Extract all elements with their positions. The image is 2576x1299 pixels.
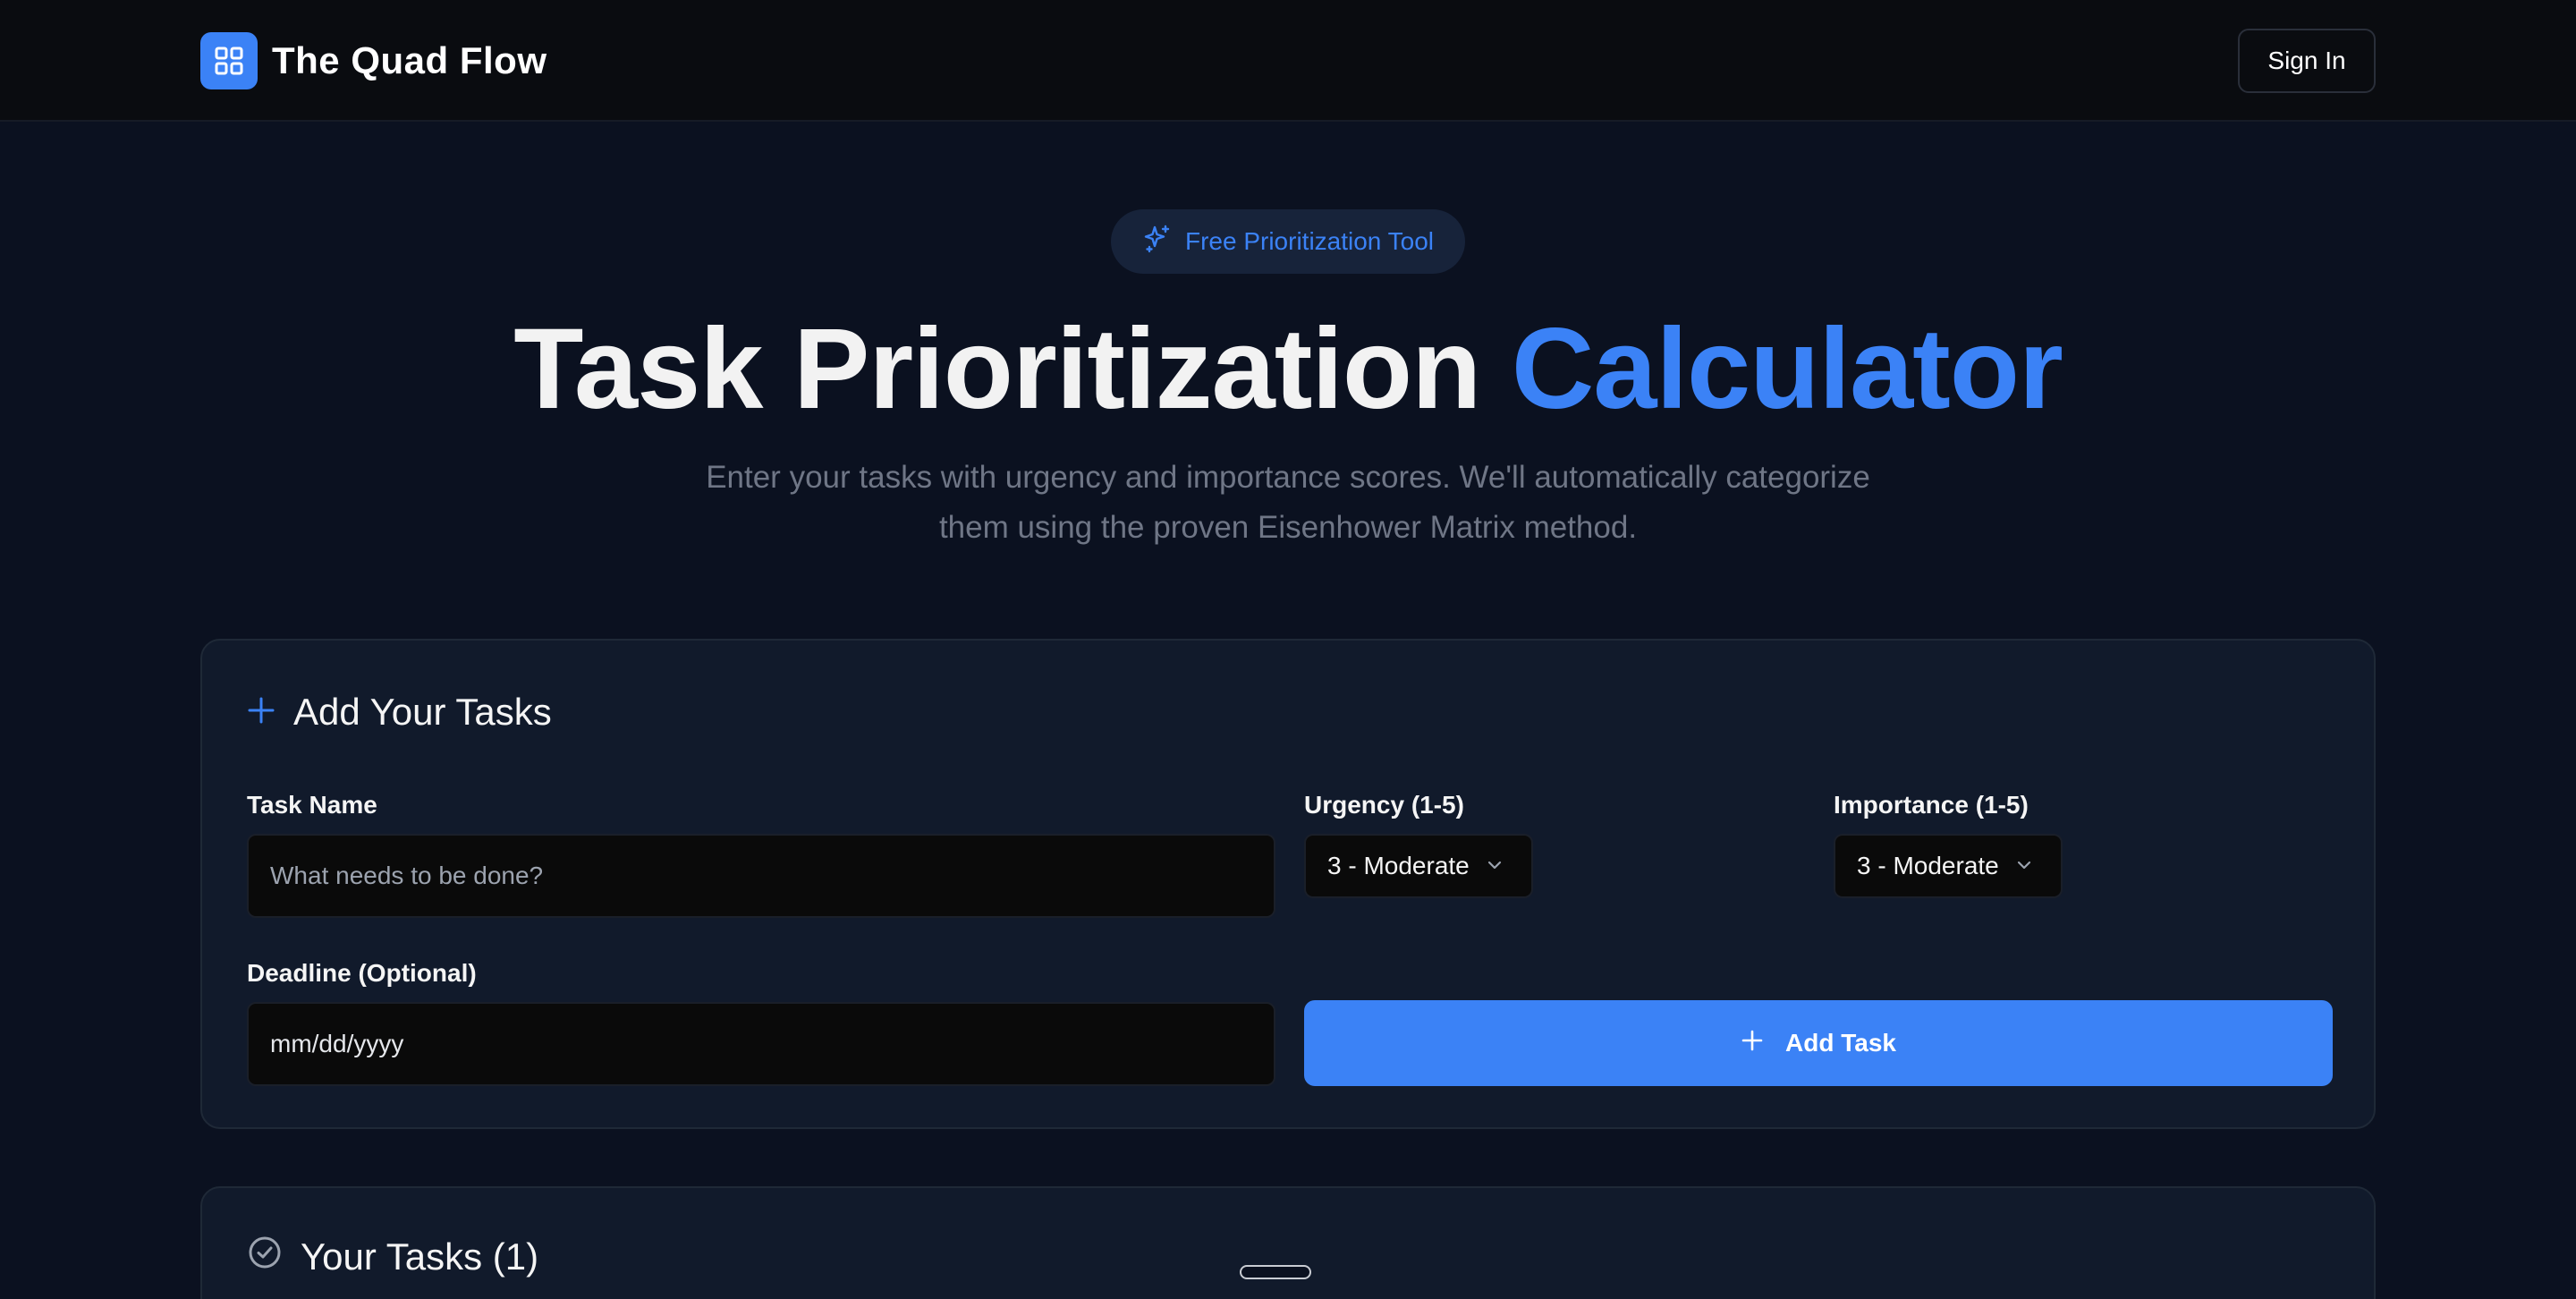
deadline-input[interactable]: mm/dd/yyyy: [247, 1002, 1275, 1086]
badge-label: Free Prioritization Tool: [1184, 227, 1435, 255]
plus-icon: [247, 691, 275, 734]
your-tasks-card: Your Tasks (1): [200, 1186, 2376, 1299]
brand-name: The Quad Flow: [272, 39, 547, 81]
page: The Quad Flow Sign In Free Prioritizatio…: [0, 0, 2576, 1299]
page-subtitle: Enter your tasks with urgency and import…: [626, 453, 1950, 553]
importance-label: Importance (1-5): [1834, 791, 2029, 819]
sparkles-icon: [1142, 224, 1173, 260]
your-tasks-title: Your Tasks (1): [301, 1235, 539, 1278]
scroll-indicator[interactable]: [1240, 1265, 1311, 1279]
subtitle-line-1: Enter your tasks with urgency and import…: [706, 460, 1870, 495]
check-circle-icon: [247, 1235, 283, 1279]
grid-icon: [200, 32, 258, 89]
urgency-label: Urgency (1-5): [1304, 791, 1464, 819]
importance-select[interactable]: 3 - Moderate: [1834, 834, 2063, 898]
chevron-down-icon: [1486, 852, 1504, 880]
chevron-down-icon: [2015, 852, 2033, 880]
page-title: Task Prioritization Calculator: [0, 302, 2576, 437]
importance-value: 3 - Moderate: [1857, 852, 1999, 879]
sign-in-button[interactable]: Sign In: [2238, 29, 2376, 93]
subtitle-line-2: them using the proven Eisenhower Matrix …: [938, 510, 1638, 545]
add-tasks-title: Add Your Tasks: [293, 691, 552, 733]
add-tasks-card: Add Your Tasks Task Name What needs to b…: [200, 639, 2376, 1129]
title-accent: Calculator: [1511, 305, 2063, 433]
plus-icon: [1741, 1029, 1764, 1058]
free-tool-badge: Free Prioritization Tool: [1111, 209, 1465, 274]
your-tasks-heading: Your Tasks (1): [247, 1235, 538, 1279]
add-task-label: Add Task: [1785, 1029, 1896, 1057]
deadline-label: Deadline (Optional): [247, 959, 477, 987]
urgency-select[interactable]: 3 - Moderate: [1304, 834, 1533, 898]
top-navbar: The Quad Flow Sign In: [0, 0, 2576, 122]
add-task-button[interactable]: Add Task: [1304, 1000, 2333, 1086]
task-name-input[interactable]: What needs to be done?: [247, 834, 1275, 918]
task-name-label: Task Name: [247, 791, 377, 819]
add-tasks-heading: Add Your Tasks: [247, 691, 552, 734]
title-main: Task Prioritization: [513, 305, 1481, 433]
brand-logo[interactable]: The Quad Flow: [200, 32, 547, 89]
urgency-value: 3 - Moderate: [1327, 852, 1470, 879]
